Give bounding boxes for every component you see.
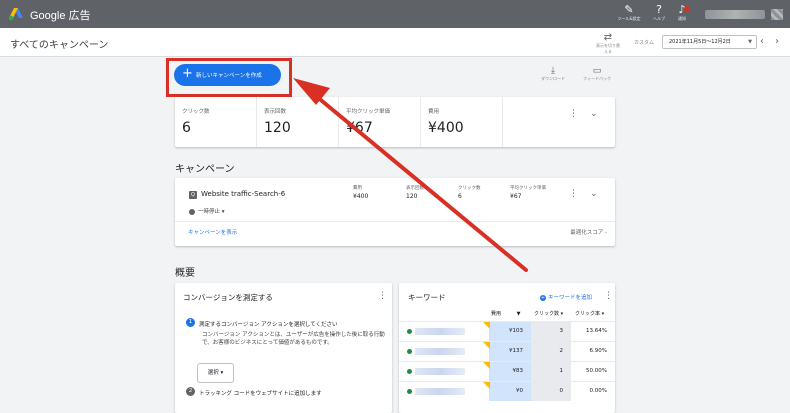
column-header-ctr[interactable]: クリック率 ▾ bbox=[575, 310, 604, 317]
column-header-clicks[interactable]: クリック数 ▾ bbox=[534, 310, 563, 317]
campaign-name[interactable]: Website traffic-Search-6 bbox=[201, 190, 285, 198]
status-dot bbox=[407, 369, 412, 374]
add-keywords-button[interactable]: + キーワードを追加 bbox=[540, 293, 592, 301]
create-campaign-button[interactable]: + 新しいキャンペーンを作成 bbox=[174, 64, 281, 86]
chevron-down-icon: ▼ bbox=[748, 39, 752, 45]
notifications-button[interactable]: ♪ 通知 bbox=[670, 4, 694, 21]
chevron-down-icon[interactable]: ⌄ bbox=[590, 110, 598, 119]
campaigns-section-title: キャンペーン bbox=[175, 164, 235, 175]
pause-icon bbox=[189, 208, 195, 215]
warning-corner-icon bbox=[483, 342, 490, 349]
column-header-cost[interactable]: 費用 ▼ bbox=[491, 310, 520, 317]
date-range-value: 2021年11月5日〜12月2日 bbox=[669, 39, 731, 45]
notification-badge bbox=[684, 6, 690, 12]
campaign-metric-cost: 費用 ¥400 bbox=[353, 186, 369, 200]
next-period-icon[interactable]: › bbox=[775, 37, 779, 47]
keyword-text bbox=[415, 348, 465, 355]
more-options-icon[interactable]: ⋮ bbox=[604, 292, 613, 301]
stats-card: クリック数 6 表示回数 120 平均クリック単価 ¥67 費用 ¥400 ⋮ … bbox=[175, 97, 615, 147]
step-1-title: 測定するコンバージョン アクションを選択してください bbox=[199, 322, 338, 328]
stat-clicks[interactable]: クリック数 6 bbox=[175, 97, 257, 147]
search-campaign-icon: Q bbox=[189, 191, 197, 199]
campaign-status[interactable]: 一時停止 ▾ bbox=[189, 207, 225, 215]
keyword-text bbox=[415, 328, 465, 335]
help-icon: ? bbox=[656, 3, 662, 16]
table-row[interactable]: ¥103 3 13.64% bbox=[399, 321, 615, 341]
table-row[interactable]: ¥137 2 6.90% bbox=[399, 341, 615, 361]
step-2-number: 2 bbox=[186, 387, 195, 396]
previous-period-icon[interactable]: ‹ bbox=[760, 37, 764, 47]
swap-icon: ⇄ bbox=[603, 32, 613, 43]
campaign-metric-avg-cpc: 平均クリック単価 ¥67 bbox=[510, 186, 546, 200]
view-campaigns-link[interactable]: キャンペーンを表示 bbox=[188, 228, 237, 236]
plus-icon: + bbox=[540, 295, 546, 301]
bell-icon: ♪ bbox=[678, 3, 686, 16]
segment-button[interactable]: ⇄ 表示を切り替える bbox=[596, 33, 620, 55]
chevron-down-icon[interactable]: ⌄ bbox=[590, 190, 598, 199]
table-row[interactable]: ¥0 0 0.00% bbox=[399, 381, 615, 401]
stat-avg-cpc[interactable]: 平均クリック単価 ¥67 bbox=[339, 97, 421, 147]
conversion-card: コンバージョンを測定する ⋮ 1 測定するコンバージョン アクションを選択してく… bbox=[175, 283, 392, 413]
campaign-card: Q Website traffic-Search-6 一時停止 ▾ 費用 ¥40… bbox=[175, 178, 615, 246]
campaign-metric-impressions: 表示回数 120 bbox=[406, 186, 424, 200]
overview-section-title: 概要 bbox=[175, 268, 195, 279]
feedback-icon: ▭ bbox=[592, 66, 602, 76]
step-2-title: トラッキング コードをウェブサイトに追加します bbox=[199, 391, 322, 397]
feedback-button[interactable]: ▭ フィードバック bbox=[580, 66, 614, 82]
warning-corner-icon bbox=[483, 362, 490, 369]
step-1-description: コンバージョン アクションとは、ユーザーが広告を操作した後に取る行動で、お客様の… bbox=[202, 332, 385, 346]
keyword-text bbox=[415, 388, 465, 395]
tools-button[interactable]: ✎ ツール&設定 bbox=[617, 3, 641, 22]
avatar[interactable] bbox=[771, 9, 783, 20]
more-options-icon[interactable]: ⋮ bbox=[378, 292, 387, 301]
download-button[interactable]: ⤓ ダウンロード bbox=[536, 66, 570, 82]
campaign-metric-clicks: クリック数 6 bbox=[458, 186, 481, 200]
stat-impressions[interactable]: 表示回数 120 bbox=[257, 97, 339, 147]
table-row[interactable]: ¥83 1 50.00% bbox=[399, 361, 615, 381]
top-bar: Google 広告 ✎ ツール&設定 ? ヘルプ ♪ 通知 bbox=[0, 0, 790, 28]
status-dot bbox=[407, 389, 412, 394]
account-name[interactable] bbox=[705, 10, 765, 19]
keyword-text bbox=[415, 368, 465, 375]
plus-icon: + bbox=[182, 66, 193, 81]
page-header: すべてのキャンペーン ⇄ 表示を切り替える カスタム 2021年11月5日〜12… bbox=[0, 28, 790, 57]
keywords-card: キーワード + キーワードを追加 ⋮ 費用 ▼ クリック数 ▾ クリック率 ▾ ¥… bbox=[399, 283, 615, 413]
warning-corner-icon bbox=[483, 322, 490, 329]
wrench-icon: ✎ bbox=[624, 3, 634, 16]
stat-cost[interactable]: 費用 ¥400 bbox=[421, 97, 503, 147]
select-conversion-button[interactable]: 選択 ▾ bbox=[197, 363, 234, 383]
download-icon: ⤓ bbox=[551, 66, 555, 76]
brand-name: Google 広告 bbox=[30, 10, 91, 22]
step-1-number: 1 bbox=[186, 318, 195, 327]
status-dot bbox=[407, 349, 412, 354]
warning-corner-icon bbox=[483, 382, 490, 389]
keywords-card-title: キーワード bbox=[408, 293, 446, 302]
page-title: すべてのキャンペーン bbox=[10, 40, 109, 51]
divider bbox=[175, 221, 615, 222]
help-button[interactable]: ? ヘルプ bbox=[647, 3, 671, 22]
optimization-score[interactable]: 最適化スコア - bbox=[570, 228, 607, 236]
status-dot bbox=[407, 329, 412, 334]
conversion-card-title: コンバージョンを測定する bbox=[183, 293, 273, 302]
date-range-selector[interactable]: 2021年11月5日〜12月2日 ▼ bbox=[662, 35, 757, 49]
more-options-icon[interactable]: ⋮ bbox=[569, 190, 578, 199]
sort-down-icon: ▼ bbox=[516, 311, 521, 317]
custom-label: カスタム bbox=[634, 40, 655, 46]
more-options-icon[interactable]: ⋮ bbox=[569, 110, 578, 119]
google-ads-logo-icon[interactable] bbox=[8, 6, 24, 22]
